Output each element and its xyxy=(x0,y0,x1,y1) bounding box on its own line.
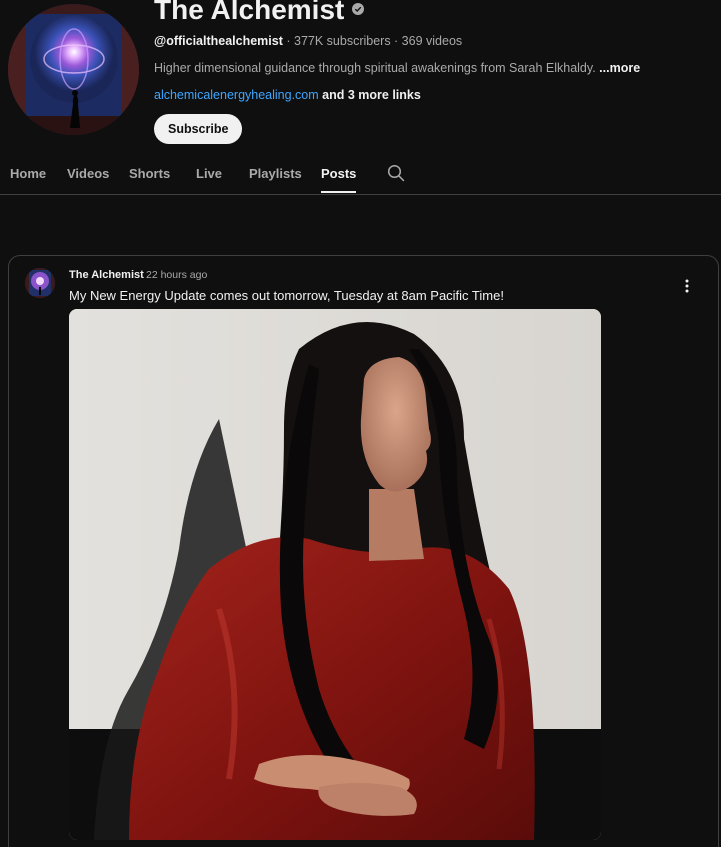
channel-name: The Alchemist xyxy=(154,0,345,25)
post-avatar-art xyxy=(25,268,55,298)
tab-shorts[interactable]: Shorts xyxy=(129,155,170,193)
community-post: The Alchemist 22 hours ago My New Energy… xyxy=(8,255,719,847)
channel-links: alchemicalenergyhealing.com and 3 more l… xyxy=(154,88,421,102)
post-photo xyxy=(69,309,601,840)
tab-live[interactable]: Live xyxy=(196,155,222,193)
tab-home[interactable]: Home xyxy=(10,155,46,193)
more-links-button[interactable]: and 3 more links xyxy=(319,88,421,102)
description-more-link[interactable]: ...more xyxy=(599,61,640,75)
post-image[interactable] xyxy=(69,309,601,840)
channel-stats: · 377K subscribers · 369 videos xyxy=(282,34,463,48)
channel-meta: @officialthealchemist · 377K subscribers… xyxy=(154,34,462,48)
search-icon[interactable] xyxy=(387,164,405,182)
channel-page: The Alchemist @officialthealchemist · 37… xyxy=(0,0,721,847)
channel-avatar-art xyxy=(8,4,139,135)
post-text: My New Energy Update comes out tomorrow,… xyxy=(69,288,504,303)
post-timestamp[interactable]: 22 hours ago xyxy=(146,269,207,281)
channel-handle: @officialthealchemist xyxy=(154,34,283,48)
tab-posts[interactable]: Posts xyxy=(321,155,357,193)
channel-avatar[interactable] xyxy=(8,4,139,135)
verified-check-icon xyxy=(352,2,365,15)
channel-website-link[interactable]: alchemicalenergyhealing.com xyxy=(154,88,319,102)
post-author-name[interactable]: The Alchemist xyxy=(69,269,144,281)
post-author-avatar[interactable] xyxy=(25,268,55,298)
channel-title: The Alchemist xyxy=(154,0,365,28)
more-vertical-icon[interactable] xyxy=(679,278,695,294)
channel-tabs: Home Videos Shorts Live Playlists Posts xyxy=(0,155,721,195)
tab-playlists[interactable]: Playlists xyxy=(249,155,302,193)
tab-videos[interactable]: Videos xyxy=(67,155,109,193)
subscribe-button[interactable]: Subscribe xyxy=(154,114,243,144)
channel-description[interactable]: Higher dimensional guidance through spir… xyxy=(154,61,640,75)
channel-description-text: Higher dimensional guidance through spir… xyxy=(154,61,600,75)
